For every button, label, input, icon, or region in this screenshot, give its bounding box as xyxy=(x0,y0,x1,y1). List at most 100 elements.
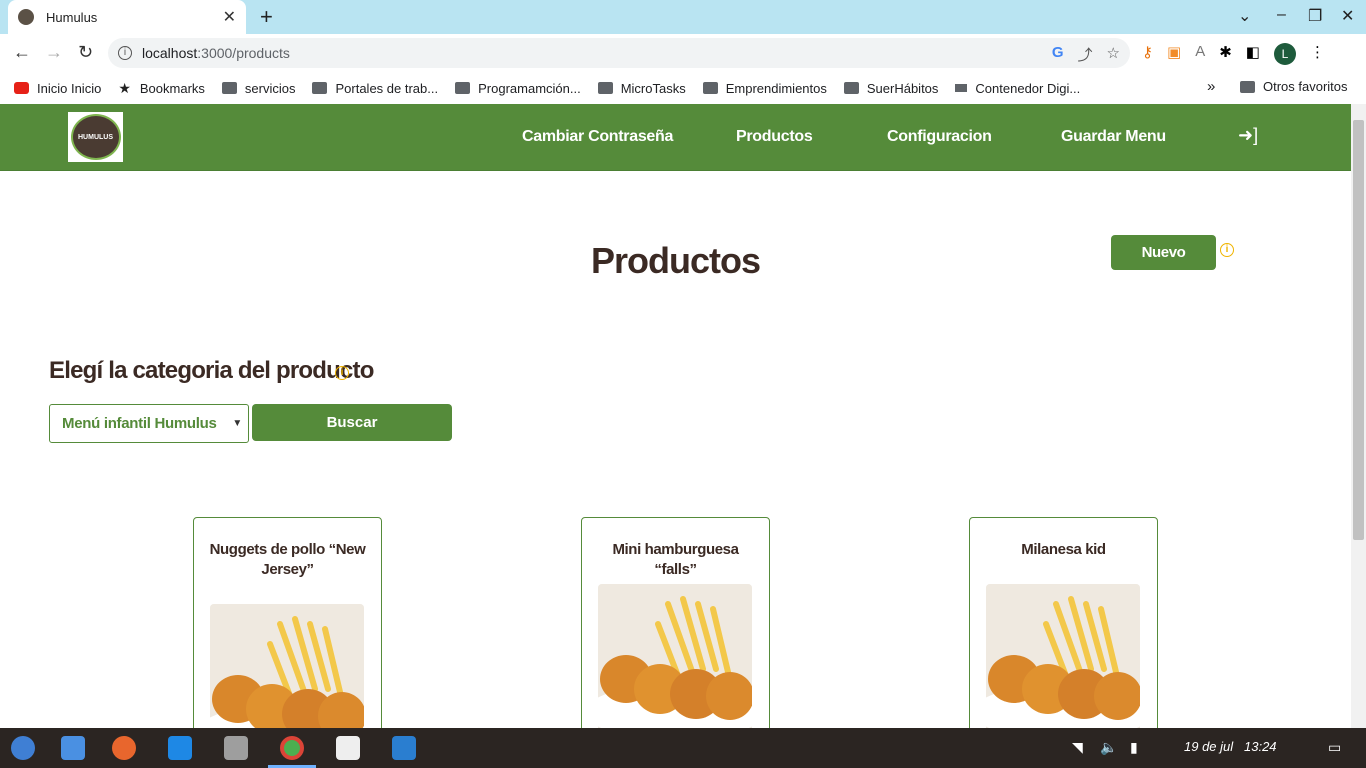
new-product-info-icon[interactable]: i xyxy=(1220,243,1234,257)
side-panel-icon[interactable]: ◧ xyxy=(1246,43,1260,65)
folder-icon xyxy=(597,82,613,94)
page-viewport: HUMULUS Cambiar Contraseña Productos Con… xyxy=(0,104,1351,728)
contenedor-icon xyxy=(955,84,968,92)
product-card[interactable]: Mini hamburguesa “falls” xyxy=(581,517,770,728)
more-bookmarks-chevron-icon[interactable]: » xyxy=(1207,78,1215,95)
search-button[interactable]: Buscar xyxy=(252,404,452,441)
folder-icon xyxy=(1240,80,1255,93)
bookmark-star-icon[interactable]: ☆ xyxy=(1107,44,1120,65)
bookmark-label: Contenedor Digi... xyxy=(975,80,1081,96)
software-store-icon[interactable] xyxy=(168,736,192,760)
folder-icon xyxy=(843,82,859,94)
bookmark-item[interactable]: Programamción... xyxy=(455,81,581,96)
bookmark-item[interactable]: SuerHábitos xyxy=(843,80,939,96)
extensions-puzzle-icon[interactable]: ✱ xyxy=(1219,43,1232,65)
folder-icon xyxy=(702,82,718,94)
chevron-down-icon: ▼ xyxy=(232,418,242,429)
nav-configuracion[interactable]: Configuracion xyxy=(887,128,992,146)
category-selected-value: Menú infantil Humulus xyxy=(62,415,217,432)
product-image xyxy=(986,584,1140,728)
volume-icon[interactable]: 🔈 xyxy=(1100,739,1117,756)
bookmarks-bar: Inicio Inicio ★ Bookmarks servicios Porta… xyxy=(0,72,1366,104)
tab-strip: Humulus ✕ + ⌄ – ❐ ✕ xyxy=(0,0,1366,34)
url-path: :3000/products xyxy=(197,45,290,61)
extension-a-icon[interactable]: A xyxy=(1195,43,1205,65)
bookmark-item[interactable]: Inicio Inicio xyxy=(14,81,101,96)
other-bookmarks-folder[interactable]: Otros favoritos xyxy=(1240,79,1348,94)
forward-icon[interactable]: → xyxy=(45,42,63,63)
product-image xyxy=(210,604,364,728)
site-info-icon[interactable]: i xyxy=(118,46,132,60)
bookmark-item[interactable]: Emprendimientos xyxy=(702,80,827,96)
os-taskbar: ◥ 🔈 ▮ 19 de jul 13:24 ▭ xyxy=(0,728,1366,768)
product-image xyxy=(598,584,752,728)
bookmark-item[interactable]: Contenedor Digi... xyxy=(955,81,1080,96)
profile-avatar[interactable]: L xyxy=(1273,43,1296,65)
page-scrollbar[interactable] xyxy=(1351,104,1366,728)
nav-productos[interactable]: Productos xyxy=(736,128,813,146)
launcher-icon[interactable] xyxy=(11,736,35,760)
nav-cambiar-contrasena[interactable]: Cambiar Contraseña xyxy=(522,128,673,146)
category-select[interactable]: Menú infantil Humulus ▼ xyxy=(49,404,249,443)
bookmark-item[interactable]: ★ Bookmarks xyxy=(118,80,205,97)
minimize-icon[interactable]: – xyxy=(1277,6,1286,24)
files-icon[interactable] xyxy=(224,736,248,760)
close-window-icon[interactable]: ✕ xyxy=(1341,6,1354,26)
reload-icon[interactable]: ↻ xyxy=(78,42,93,63)
menu-kebab-icon[interactable]: ⋮ xyxy=(1310,43,1325,65)
site-navbar: HUMULUS Cambiar Contraseña Productos Con… xyxy=(0,104,1351,171)
bookmark-label: MicroTasks xyxy=(620,80,686,96)
google-icon[interactable]: G xyxy=(1052,44,1064,65)
nuggets-fries-photo xyxy=(986,584,1140,728)
document-viewer-icon[interactable] xyxy=(336,736,360,760)
folder-icon xyxy=(312,82,328,94)
browser-tab[interactable]: Humulus ✕ xyxy=(8,0,246,34)
clock[interactable]: 19 de jul 13:24 xyxy=(1184,739,1277,754)
bookmark-label: Emprendimientos xyxy=(725,80,827,96)
tab-search-chevron-icon[interactable]: ⌄ xyxy=(1238,6,1251,26)
bookmark-label: SuerHábitos xyxy=(866,80,939,96)
folder-icon xyxy=(455,82,471,94)
back-icon[interactable]: ← xyxy=(13,42,31,63)
nuggets-fries-photo xyxy=(210,604,364,728)
sign-out-icon[interactable]: ➜] xyxy=(1238,125,1258,146)
product-card[interactable]: Milanesa kid xyxy=(969,517,1158,728)
category-info-icon[interactable]: i xyxy=(335,366,349,380)
other-bookmarks-label: Otros favoritos xyxy=(1263,79,1348,94)
url-host: localhost xyxy=(142,45,198,61)
battery-icon[interactable]: ▮ xyxy=(1130,739,1138,756)
share-icon[interactable]: ⤴ xyxy=(1078,44,1093,65)
firefox-icon[interactable] xyxy=(112,736,136,760)
notifications-icon[interactable]: ▭ xyxy=(1328,739,1341,756)
site-favicon-icon xyxy=(18,9,34,25)
humulus-logo[interactable]: HUMULUS xyxy=(68,112,123,162)
bookmark-label: Bookmarks xyxy=(139,80,205,96)
bookmark-item[interactable]: servicios xyxy=(221,80,296,96)
youtube-icon xyxy=(14,82,29,94)
clock-time: 13:24 xyxy=(1244,739,1277,754)
star-icon: ★ xyxy=(118,79,131,96)
close-tab-icon[interactable]: ✕ xyxy=(223,7,236,27)
bookmark-label: servicios xyxy=(244,80,296,96)
scrollbar-thumb[interactable] xyxy=(1353,120,1364,540)
new-tab-icon[interactable]: + xyxy=(260,4,273,30)
wifi-icon[interactable]: ◥ xyxy=(1072,739,1083,756)
product-card[interactable]: Nuggets de pollo “New Jersey” xyxy=(193,517,382,728)
extension-key-icon[interactable]: ⚷ xyxy=(1142,43,1153,65)
folder-icon xyxy=(221,82,237,94)
bookmark-label: Inicio Inicio xyxy=(37,80,102,96)
extension-box-icon[interactable]: ▣ xyxy=(1167,43,1181,65)
product-name: Milanesa kid xyxy=(1021,541,1106,558)
vscode-icon[interactable] xyxy=(392,736,416,760)
bookmark-item[interactable]: Portales de trab... xyxy=(312,81,438,96)
workspaces-icon[interactable] xyxy=(61,736,85,760)
new-product-button[interactable]: Nuevo producto xyxy=(1111,235,1216,296)
address-bar[interactable]: i localhost:3000/products G ⤴ ☆ xyxy=(108,38,1130,68)
nav-guardar-menu[interactable]: Guardar Menu xyxy=(1061,128,1166,146)
category-label: Elegí la categoria del producto xyxy=(49,357,374,384)
bookmark-item[interactable]: MicroTasks xyxy=(597,80,686,96)
restore-icon[interactable]: ❐ xyxy=(1308,6,1322,26)
nuggets-fries-photo xyxy=(598,584,752,728)
product-name: Nuggets de pollo “New Jersey” xyxy=(209,541,366,578)
chrome-icon[interactable] xyxy=(280,736,304,760)
